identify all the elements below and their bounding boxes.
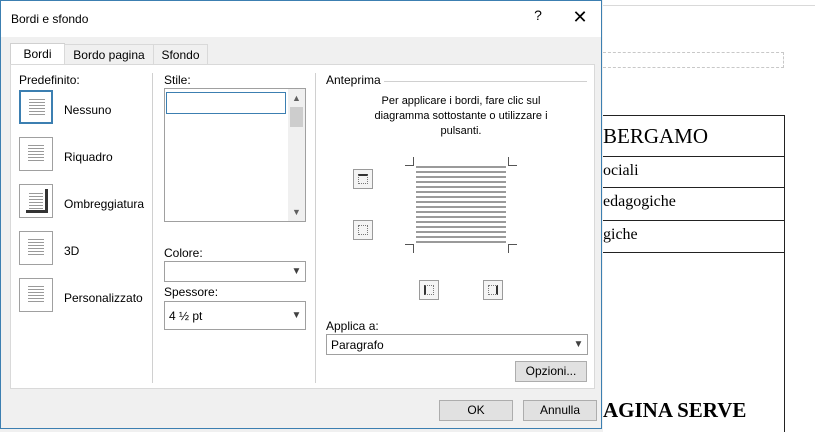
tab-bordi[interactable]: Bordi — [10, 43, 65, 65]
doc-table-row: edagogiche — [603, 187, 785, 221]
doc-table-row: BERGAMO — [603, 115, 785, 157]
borders-dialog: Bordi e sfondo ? ✕ Bordi Bordo pagina Sf… — [0, 0, 602, 429]
corner-mark — [508, 157, 517, 166]
border-inner-icon — [358, 225, 368, 235]
doc-text: BERGAMO — [603, 124, 709, 148]
preset-3d-icon — [28, 239, 44, 257]
preset-custom-icon — [28, 286, 44, 304]
group-line — [384, 81, 587, 82]
ok-button[interactable]: OK — [439, 400, 513, 421]
preset-label[interactable]: Riquadro — [64, 150, 113, 164]
inner-border-button[interactable] — [353, 220, 373, 240]
chevron-down-icon[interactable]: ▼ — [570, 335, 587, 354]
page-edge-line — [603, 5, 815, 6]
close-icon[interactable]: ✕ — [565, 7, 595, 31]
preset-custom-button[interactable] — [19, 278, 53, 312]
doc-text: giche — [603, 226, 638, 243]
preset-label[interactable]: 3D — [64, 244, 79, 258]
preview-diagram[interactable] — [405, 157, 517, 253]
apply-to-dropdown[interactable]: Paragrafo ▼ — [326, 334, 588, 355]
width-dropdown[interactable]: 4 ½ pt ▼ — [164, 301, 306, 330]
title-bar[interactable]: Bordi e sfondo ? ✕ — [1, 1, 601, 37]
doc-text: ociali — [603, 162, 639, 179]
preset-3d-button[interactable] — [19, 231, 53, 265]
border-left-icon — [424, 285, 434, 295]
style-list-item-selected[interactable] — [166, 92, 286, 114]
scrollbar[interactable]: ▲ ▼ — [288, 89, 305, 221]
border-top-icon — [358, 174, 368, 184]
preset-shadow-button[interactable] — [19, 184, 53, 218]
presets-label: Predefinito: — [19, 73, 80, 87]
preview-hint: Per applicare i bordi, fare clic sul dia… — [374, 95, 548, 137]
scroll-up-icon[interactable]: ▲ — [288, 93, 305, 103]
paragraph-marker — [603, 52, 784, 68]
apply-value: Paragrafo — [331, 338, 384, 352]
chevron-down-icon[interactable]: ▼ — [288, 262, 305, 281]
color-label: Colore: — [164, 246, 203, 260]
tab-bordo-pagina[interactable]: Bordo pagina — [64, 44, 154, 64]
doc-text: edagogiche — [603, 193, 676, 210]
scrollbar-thumb[interactable] — [290, 107, 303, 127]
corner-mark — [405, 244, 414, 253]
left-border-button[interactable] — [419, 280, 439, 300]
preset-box-icon — [28, 145, 44, 163]
corner-mark — [405, 157, 414, 166]
options-button[interactable]: Opzioni... — [515, 361, 587, 382]
help-icon[interactable]: ? — [528, 7, 548, 29]
cancel-button[interactable]: Annulla — [523, 400, 597, 421]
chevron-down-icon[interactable]: ▼ — [288, 302, 305, 329]
corner-mark — [508, 244, 517, 253]
preset-label[interactable]: Ombreggiatura — [64, 197, 144, 211]
doc-table-row: giche — [603, 220, 785, 253]
top-border-button[interactable] — [353, 169, 373, 189]
dialog-title: Bordi e sfondo — [11, 12, 89, 26]
preset-none-button[interactable] — [19, 90, 53, 124]
document-page: BERGAMO ociali edagogiche giche AGINA SE… — [603, 0, 822, 432]
tab-sfondo[interactable]: Sfondo — [153, 44, 208, 64]
style-listbox[interactable]: ▲ ▼ — [164, 88, 306, 222]
doc-text: AGINA SERVE — [603, 398, 747, 422]
preset-lines — [29, 193, 43, 211]
border-right-icon — [488, 285, 498, 295]
preset-none-icon — [29, 99, 45, 117]
color-dropdown[interactable]: ▼ — [164, 261, 306, 282]
style-label: Stile: — [164, 73, 191, 87]
preview-text-lines — [416, 166, 506, 244]
divider — [315, 73, 316, 383]
doc-table-row: ociali — [603, 156, 785, 188]
right-border-button[interactable] — [483, 280, 503, 300]
preset-box-button[interactable] — [19, 137, 53, 171]
scroll-down-icon[interactable]: ▼ — [288, 207, 305, 217]
divider — [152, 73, 153, 383]
apply-label: Applica a: — [326, 319, 379, 333]
preset-label[interactable]: Personalizzato — [64, 291, 143, 305]
width-value: 4 ½ pt — [169, 309, 203, 323]
preview-label: Anteprima — [326, 73, 381, 87]
width-label: Spessore: — [164, 285, 219, 299]
preset-label[interactable]: Nessuno — [64, 103, 111, 117]
